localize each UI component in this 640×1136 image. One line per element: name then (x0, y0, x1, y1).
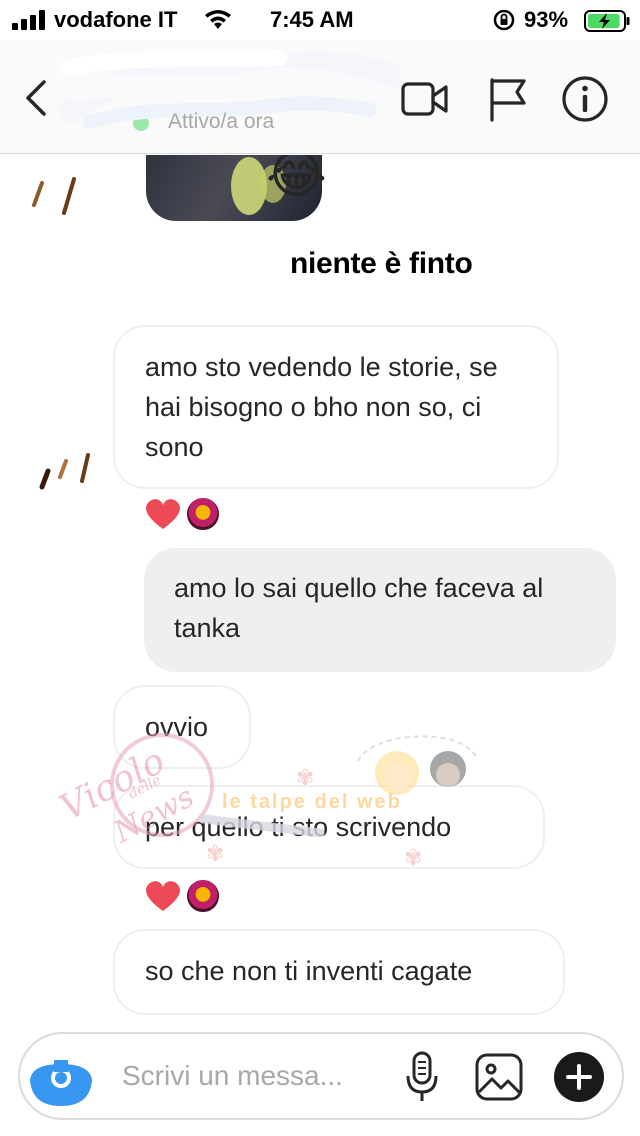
sticker-doodle (39, 453, 90, 490)
message-thread[interactable]: 😂 niente è finto amo sto vedendo le stor… (0, 155, 640, 1025)
watermark-magnifier-lens (110, 733, 214, 837)
camera-icon[interactable] (28, 1046, 94, 1108)
message-bubble-incoming[interactable]: so che non ti inventi cagate (113, 929, 565, 1015)
signal-icon (12, 10, 45, 30)
heart-reaction-icon (146, 499, 180, 529)
watermark-banner: le talpe del web (222, 791, 402, 813)
message-input[interactable]: Scrivi un messa... (122, 1060, 343, 1092)
watermark-magnifier-handle (200, 815, 325, 837)
chat-header: Attivo/a ora (0, 40, 640, 154)
paw-print-icon: ✾ (296, 765, 315, 790)
status-time: 7:45 AM (270, 7, 354, 32)
reactor-avatar (186, 879, 220, 913)
heart-reaction-icon (146, 881, 180, 911)
paw-print-icon: ✾ (206, 841, 225, 866)
message-bubble-incoming[interactable]: amo sto vedendo le storie, se hai bisogn… (113, 325, 559, 489)
info-icon[interactable] (560, 74, 610, 124)
story-reply-emoji: 😂 (266, 155, 327, 204)
image-gallery-icon[interactable] (474, 1052, 524, 1102)
flag-icon[interactable] (484, 74, 534, 124)
wifi-icon (205, 10, 231, 29)
plus-glyph (566, 1064, 592, 1090)
battery-icon (584, 10, 630, 32)
status-bar: vodafone IT 7:45 AM 93% (0, 0, 640, 40)
activity-status: Attivo/a ora (168, 110, 275, 133)
rotation-lock-icon (493, 9, 515, 31)
message-composer[interactable]: Scrivi un messa... (18, 1032, 624, 1120)
paw-print-icon: ✾ (404, 845, 423, 870)
battery-percent: 93% (524, 7, 569, 32)
reactor-avatar (186, 497, 220, 531)
plus-icon[interactable] (554, 1052, 604, 1102)
sticker-doodle (32, 177, 76, 215)
microphone-icon[interactable] (404, 1050, 440, 1104)
chevron-left-icon[interactable] (22, 78, 50, 118)
message-bubble-outgoing[interactable]: amo lo sai quello che faceva al tanka (144, 548, 616, 672)
carrier-name: vodafone IT (54, 7, 178, 32)
video-camera-icon[interactable] (400, 74, 450, 124)
story-reply-caption: niente è finto (290, 247, 473, 280)
